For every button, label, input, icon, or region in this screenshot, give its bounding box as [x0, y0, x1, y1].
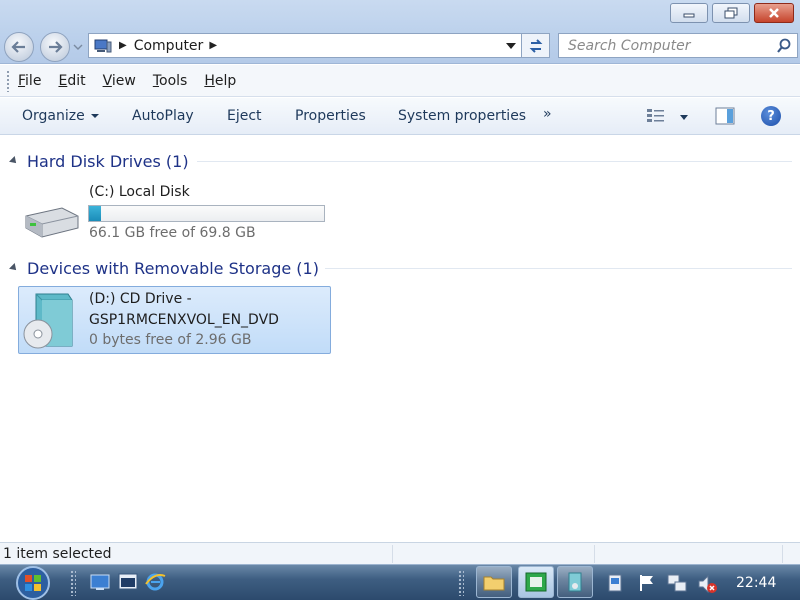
group-divider: [197, 161, 792, 162]
switch-windows-icon[interactable]: [117, 572, 139, 592]
collapse-triangle-icon[interactable]: [9, 263, 19, 273]
status-divider: [392, 545, 393, 563]
breadcrumb-separator-icon[interactable]: ▶: [209, 40, 217, 51]
drive-d-name-line1[interactable]: (D:) CD Drive -: [89, 291, 192, 307]
views-dropdown-icon[interactable]: [680, 115, 688, 120]
more-commands-button[interactable]: »: [543, 106, 552, 122]
properties-button[interactable]: Properties: [295, 108, 366, 124]
organize-button[interactable]: Organize: [22, 108, 99, 124]
folder-icon: [483, 576, 505, 591]
group-title: Devices with Removable Storage (1): [27, 258, 319, 278]
start-button[interactable]: [12, 565, 54, 600]
menu-view[interactable]: View: [103, 73, 136, 89]
group-divider: [325, 268, 792, 269]
group-header-hard-disk-drives[interactable]: Hard Disk Drives (1): [9, 150, 189, 172]
autoplay-button[interactable]: AutoPlay: [132, 108, 194, 124]
maximize-button[interactable]: [712, 3, 750, 23]
drive-c-name[interactable]: (C:) Local Disk: [89, 184, 190, 200]
help-icon[interactable]: ?: [761, 106, 781, 126]
menu-edit[interactable]: Edit: [58, 73, 85, 89]
restore-icon: [724, 7, 738, 19]
collapse-triangle-icon[interactable]: [9, 156, 19, 166]
breadcrumb-separator-icon[interactable]: ▶: [119, 40, 127, 51]
menu-grip: [6, 69, 10, 92]
refresh-icon: [529, 38, 542, 53]
internet-explorer-icon[interactable]: [144, 572, 166, 592]
taskbar-grip[interactable]: [70, 570, 76, 596]
status-text: 1 item selected: [3, 546, 112, 562]
drive-d-name-line2[interactable]: GSP1RMCENXVOL_EN_DVD: [89, 312, 279, 328]
forward-button[interactable]: [40, 32, 70, 62]
status-bar: 1 item selected: [0, 542, 800, 564]
volume-muted-icon[interactable]: [696, 573, 718, 595]
refresh-button[interactable]: [522, 33, 550, 58]
group-title: Hard Disk Drives (1): [27, 151, 189, 171]
address-dropdown-icon[interactable]: [506, 42, 516, 50]
action-center-flag-icon[interactable]: [638, 573, 656, 593]
minimize-button[interactable]: [670, 3, 708, 23]
chevron-down-icon: [90, 114, 99, 118]
search-placeholder: Search Computer: [568, 37, 691, 54]
group-header-removable-storage[interactable]: Devices with Removable Storage (1): [9, 257, 319, 279]
media-center-icon: [525, 572, 547, 592]
system-properties-button[interactable]: System properties: [398, 108, 526, 124]
search-input[interactable]: Search Computer: [558, 33, 798, 58]
menu-help[interactable]: Help: [204, 73, 236, 89]
menu-bar: File Edit View Tools Help: [0, 65, 800, 97]
minimize-icon: [683, 13, 695, 18]
eject-button[interactable]: Eject: [227, 108, 262, 124]
menu-file[interactable]: File: [18, 73, 41, 89]
close-icon: [769, 8, 779, 18]
drive-c-usage-bar: [88, 205, 325, 222]
hard-disk-icon: [25, 207, 79, 238]
removable-device-icon: [568, 572, 582, 592]
taskbar-device-button[interactable]: [557, 566, 593, 598]
status-divider: [594, 545, 595, 563]
cd-drive-icon: [23, 293, 73, 349]
window-controls: [666, 3, 794, 23]
address-bar[interactable]: ▶ Computer ▶: [88, 33, 522, 58]
drive-c-usage-fill: [89, 206, 102, 221]
network-icon[interactable]: [666, 573, 688, 595]
drive-c-free-space: 66.1 GB free of 69.8 GB: [89, 225, 256, 241]
preview-pane-icon[interactable]: [715, 107, 735, 125]
taskbar-explorer-button[interactable]: [476, 566, 512, 598]
arrow-left-icon: [11, 41, 25, 53]
menu-tools[interactable]: Tools: [153, 73, 188, 89]
back-button[interactable]: [4, 32, 34, 62]
document-tray-icon[interactable]: [606, 573, 624, 593]
change-view-icon[interactable]: [646, 107, 668, 125]
taskbar-active-window-button[interactable]: [518, 566, 554, 598]
show-desktop-icon[interactable]: [89, 572, 111, 592]
close-button[interactable]: [754, 3, 794, 23]
search-icon[interactable]: [776, 38, 792, 54]
clock[interactable]: 22:44: [736, 575, 776, 591]
breadcrumb-computer[interactable]: Computer: [134, 38, 204, 54]
computer-icon: [94, 39, 112, 52]
arrow-right-icon: [49, 41, 63, 53]
status-divider: [782, 545, 783, 563]
drive-d-free-space: 0 bytes free of 2.96 GB: [89, 332, 252, 348]
taskbar-grip[interactable]: [458, 570, 464, 596]
recent-pages-dropdown[interactable]: [73, 43, 83, 51]
